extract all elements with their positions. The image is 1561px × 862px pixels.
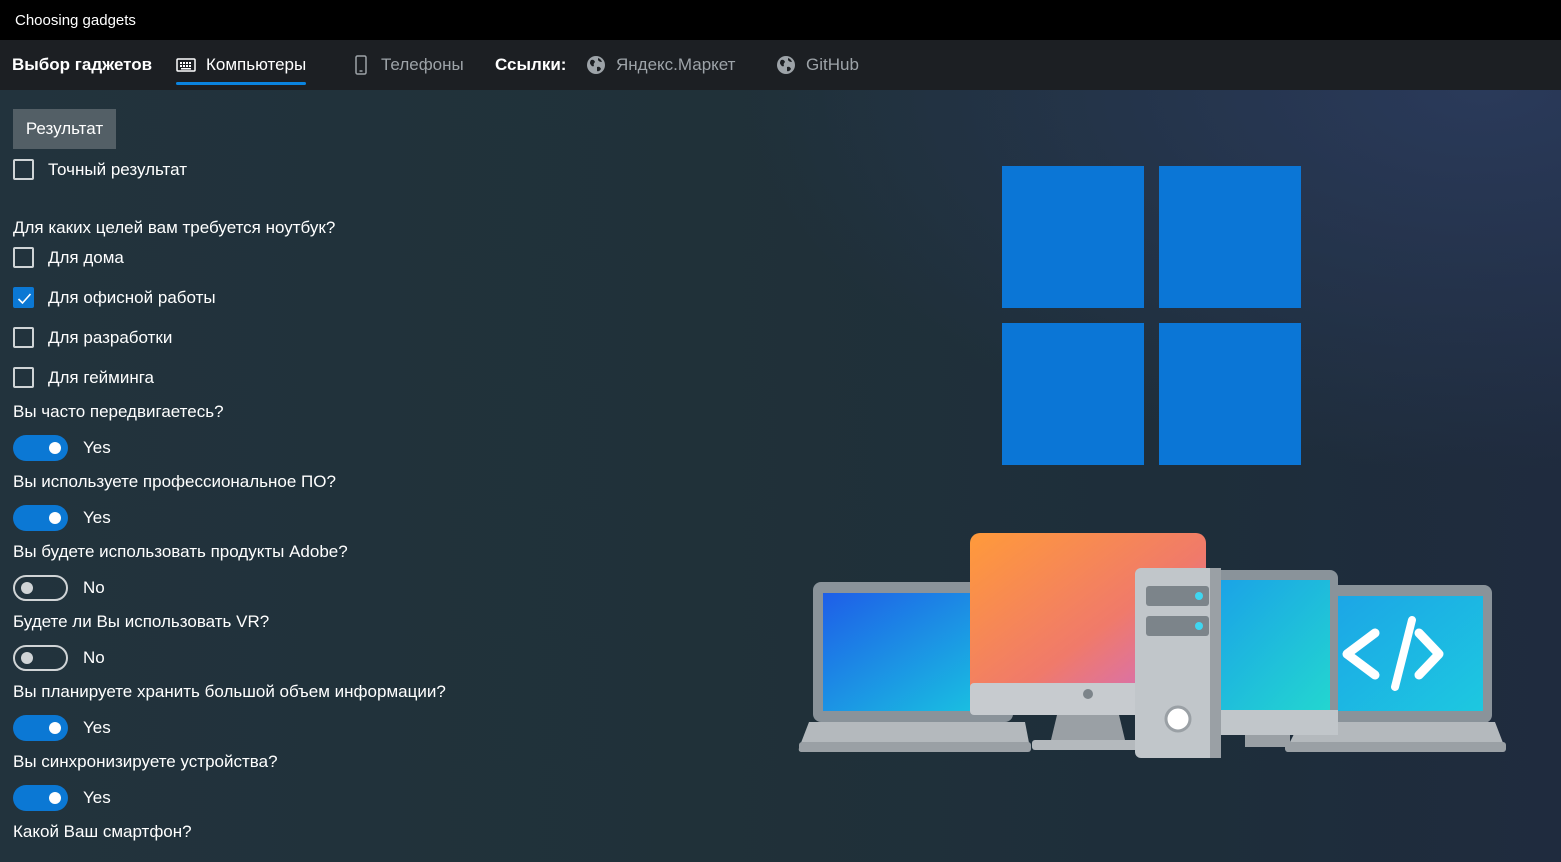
link-github[interactable]: GitHub: [776, 40, 859, 90]
toggle-state-label: Yes: [83, 718, 111, 737]
purpose-question: Для каких целей вам требуется ноутбук?: [13, 218, 336, 237]
toggle-state-label: No: [83, 578, 105, 597]
exact-result-label: Точный результат: [48, 159, 187, 179]
storage-toggle[interactable]: [13, 715, 68, 741]
sync-toggle-row: Yes: [13, 785, 111, 811]
checkbox-box-checked[interactable]: [13, 287, 34, 308]
sync-question: Вы синхронизируете устройства?: [13, 752, 278, 771]
toggle-state-label: Yes: [83, 508, 111, 527]
checkbox-box[interactable]: [13, 159, 34, 180]
tab-phones[interactable]: Телефоны: [355, 40, 464, 90]
checkmark-icon: [17, 293, 32, 305]
link-yandex-market-label: Яндекс.Маркет: [616, 55, 736, 74]
pro-software-toggle[interactable]: [13, 505, 68, 531]
sync-toggle[interactable]: [13, 785, 68, 811]
window-title: Choosing gadgets: [15, 11, 136, 29]
link-github-label: GitHub: [806, 55, 859, 74]
checkbox-box[interactable]: [13, 367, 34, 388]
toggle-state-label: Yes: [83, 788, 111, 807]
purpose-office-checkbox[interactable]: Для офисной работы: [13, 287, 216, 308]
tab-computers-label: Компьютеры: [206, 55, 307, 74]
toggle-state-label: Yes: [83, 438, 111, 457]
purpose-label: Для разработки: [48, 327, 173, 347]
toggle-state-label: No: [83, 648, 105, 667]
adobe-toggle-row: No: [13, 575, 105, 601]
purpose-label: Для дома: [48, 247, 124, 267]
vr-toggle-row: No: [13, 645, 105, 671]
globe-icon: [586, 55, 606, 75]
purpose-label: Для гейминга: [48, 367, 154, 387]
travel-question: Вы часто передвигаетесь?: [13, 402, 224, 421]
vr-question: Будете ли Вы использовать VR?: [13, 612, 270, 631]
storage-question: Вы планируете хранить большой объем инфо…: [13, 682, 446, 701]
smartphone-question: Какой Ваш смартфон?: [13, 822, 192, 841]
travel-toggle-row: Yes: [13, 435, 111, 461]
tab-computers[interactable]: Компьютеры: [176, 40, 307, 90]
nav-bar: Выбор гаджетов Компьютеры Телефоны Ссылк…: [0, 40, 1561, 90]
devices-illustration-icon: [798, 533, 1506, 758]
phone-icon: [355, 55, 367, 75]
travel-toggle[interactable]: [13, 435, 68, 461]
adobe-toggle[interactable]: [13, 575, 68, 601]
globe-icon: [776, 55, 796, 75]
purpose-label: Для офисной работы: [48, 287, 216, 307]
checkbox-box[interactable]: [13, 247, 34, 268]
result-button[interactable]: Результат: [13, 109, 116, 149]
links-label: Ссылки:: [495, 55, 567, 74]
purpose-home-checkbox[interactable]: Для дома: [13, 247, 124, 268]
exact-result-checkbox[interactable]: Точный результат: [13, 159, 187, 180]
pro-software-question: Вы используете профессиональное ПО?: [13, 472, 336, 491]
title-bar: Choosing gadgets: [0, 0, 1561, 40]
purpose-dev-checkbox[interactable]: Для разработки: [13, 327, 172, 348]
pro-software-toggle-row: Yes: [13, 505, 111, 531]
tab-phones-label: Телефоны: [381, 55, 464, 74]
purpose-gaming-checkbox[interactable]: Для гейминга: [13, 367, 154, 388]
storage-toggle-row: Yes: [13, 715, 111, 741]
adobe-question: Вы будете использовать продукты Adobe?: [13, 542, 348, 561]
app-title: Выбор гаджетов: [12, 55, 153, 74]
windows-logo-icon: [1002, 166, 1301, 465]
keyboard-icon: [176, 58, 196, 72]
link-yandex-market[interactable]: Яндекс.Маркет: [586, 40, 735, 90]
checkbox-box[interactable]: [13, 327, 34, 348]
vr-toggle[interactable]: [13, 645, 68, 671]
